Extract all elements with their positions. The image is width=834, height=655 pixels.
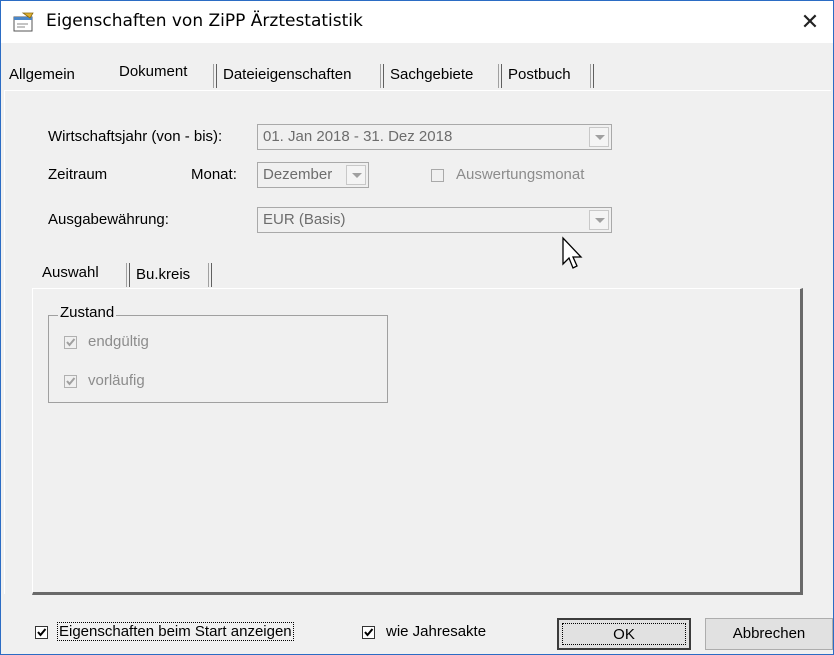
subtab-auswahl[interactable]: Auswahl: [36, 260, 105, 286]
monat-combo[interactable]: Dezember: [257, 162, 369, 188]
focus-ring: [562, 623, 686, 645]
title-bar: Eigenschaften von ZiPP Ärztestatistik ✕: [1, 1, 833, 43]
wirtschaftsjahr-label: Wirtschaftsjahr (von - bis):: [48, 128, 223, 145]
zustand-title: Zustand: [58, 304, 117, 321]
endgueltig-label: endgültig: [88, 333, 149, 350]
monat-value: Dezember: [263, 166, 333, 183]
tab-dokument[interactable]: Dokument: [113, 59, 194, 91]
wirtschaftsjahr-combo[interactable]: 01. Jan 2018 - 31. Dez 2018: [257, 124, 612, 150]
main-tab-strip: Allgemein Dokument Dateieigenschaften Sa…: [1, 56, 833, 94]
check-icon: [66, 377, 76, 386]
chevron-down-icon[interactable]: [589, 210, 609, 230]
ausgabewaehrung-value: EUR (Basis): [263, 211, 346, 228]
show-on-start-checkbox[interactable]: [35, 626, 48, 639]
check-icon: [66, 338, 76, 347]
cancel-button[interactable]: Abbrechen: [705, 618, 833, 650]
tab-sachgebiete[interactable]: Sachgebiete: [384, 62, 479, 88]
tab-dateieigenschaften[interactable]: Dateieigenschaften: [217, 62, 357, 88]
properties-dialog: Eigenschaften von ZiPP Ärztestatistik ✕ …: [0, 0, 834, 655]
tab-separator: [590, 64, 594, 88]
ausgabewaehrung-combo[interactable]: EUR (Basis): [257, 207, 612, 233]
show-on-start-label: Eigenschaften beim Start anzeigen: [57, 622, 294, 641]
zeitraum-label: Zeitraum: [48, 166, 108, 183]
chevron-down-icon[interactable]: [346, 165, 366, 185]
monat-label: Monat:: [191, 166, 237, 183]
endgueltig-checkbox[interactable]: [64, 336, 77, 349]
show-on-start-text: Eigenschaften beim Start anzeigen: [57, 622, 294, 641]
close-button[interactable]: ✕: [787, 1, 833, 43]
wirtschaftsjahr-value: 01. Jan 2018 - 31. Dez 2018: [263, 128, 453, 145]
wie-jahresakte-label: wie Jahresakte: [386, 623, 487, 640]
auswertungsmonat-checkbox[interactable]: [431, 169, 444, 182]
wie-jahresakte-checkbox[interactable]: [362, 626, 375, 639]
properties-icon: [13, 12, 34, 32]
subtab-bukreis[interactable]: Bu.kreis: [130, 262, 196, 288]
window-title: Eigenschaften von ZiPP Ärztestatistik: [46, 11, 363, 31]
check-icon: [37, 628, 47, 637]
mouse-pointer-icon: [562, 236, 583, 269]
ok-button[interactable]: OK: [557, 618, 691, 650]
zustand-groupbox: [48, 315, 388, 403]
vorlaeufig-label: vorläufig: [88, 372, 145, 389]
tab-allgemein[interactable]: Allgemein: [3, 62, 81, 88]
tab-separator: [208, 263, 212, 287]
tab-postbuch[interactable]: Postbuch: [502, 62, 577, 88]
check-icon: [364, 628, 374, 637]
vorlaeufig-checkbox[interactable]: [64, 375, 77, 388]
auswertungsmonat-label: Auswertungsmonat: [456, 166, 585, 183]
chevron-down-icon[interactable]: [589, 127, 609, 147]
ausgabewaehrung-label: Ausgabewährung:: [48, 211, 169, 228]
cancel-label: Abbrechen: [732, 625, 806, 642]
